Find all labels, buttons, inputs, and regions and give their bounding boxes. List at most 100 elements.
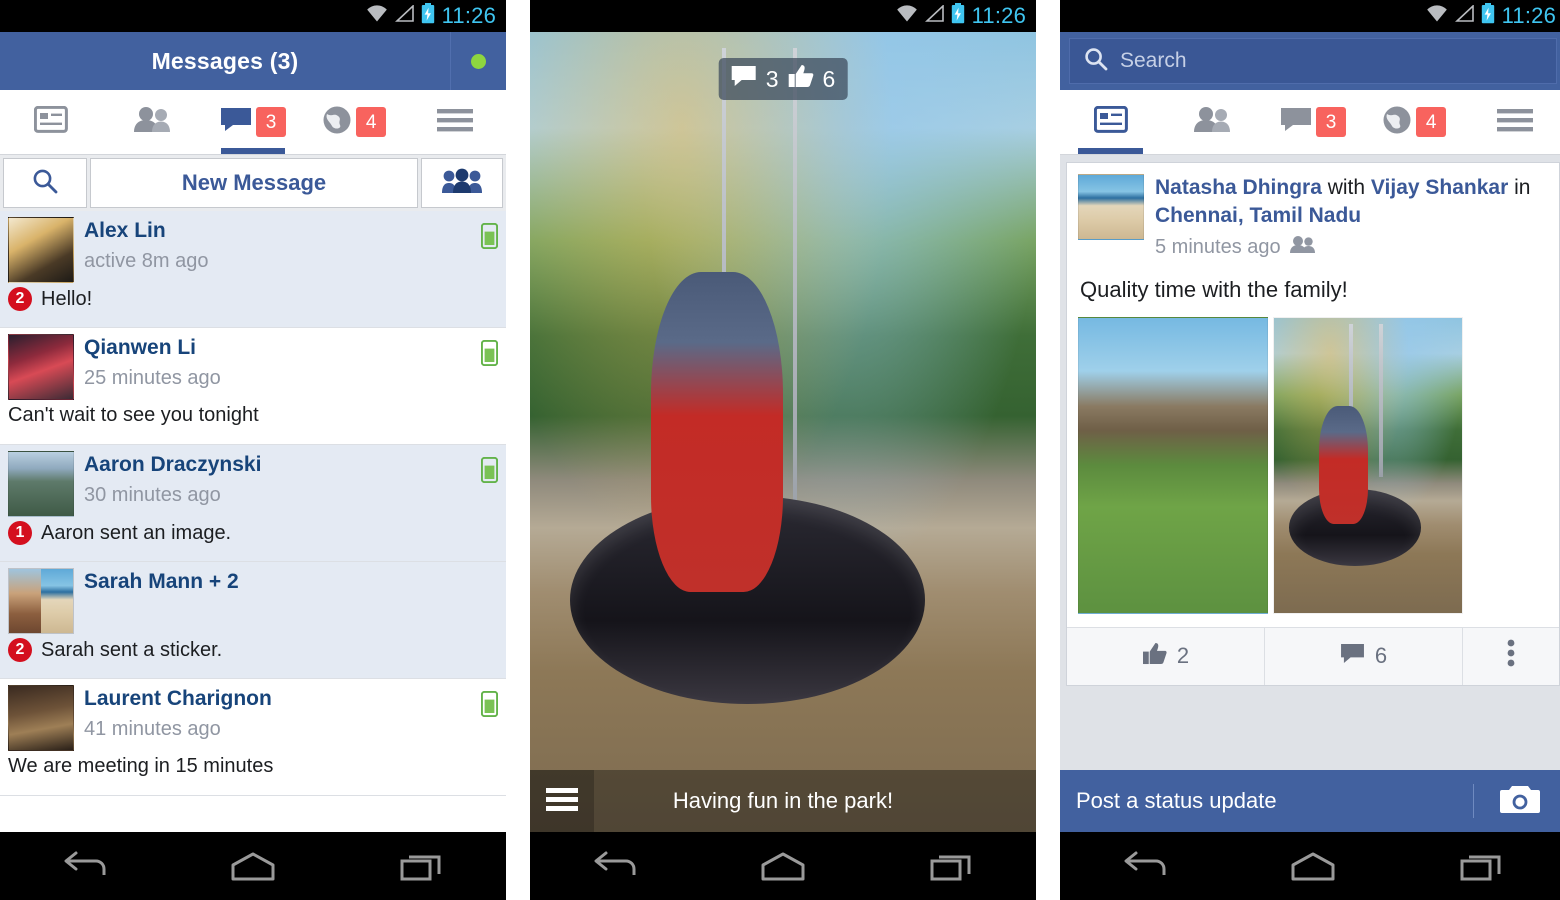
tab-messages[interactable]: 3 [1262, 90, 1363, 154]
news-feed-list[interactable]: Natasha Dhingra with Vijay Shankar in Ch… [1060, 155, 1560, 832]
post-photo-grid[interactable] [1067, 316, 1559, 627]
post-location[interactable]: Chennai, Tamil Nadu [1155, 204, 1361, 227]
photo-mom-and-child[interactable] [1078, 316, 1268, 614]
thumbs-up-icon [788, 64, 814, 94]
comment-icon [731, 65, 757, 93]
tab-notifications[interactable]: 4 [304, 90, 405, 154]
online-dot-icon [471, 53, 486, 69]
photo-menu-button[interactable] [530, 770, 594, 832]
status-bar-clock: 11:26 [1501, 3, 1556, 28]
list-item[interactable]: Qianwen Li 25 minutes ago Can't wait to … [0, 328, 506, 445]
post-message: Quality time with the family! [1080, 276, 1348, 302]
new-message-button[interactable]: New Message [90, 158, 418, 208]
signal-icon [924, 4, 944, 27]
battery-charging-icon [1481, 3, 1495, 29]
tab-friend-requests[interactable] [101, 90, 202, 154]
phone-photo-viewer-screen: 11:26 3 6 Having fun in the park! [530, 0, 1036, 900]
child-subject [651, 272, 783, 592]
home-button[interactable] [218, 843, 288, 889]
tab-friend-requests[interactable] [1161, 90, 1262, 154]
battery-charging-icon [421, 3, 435, 29]
comment-button[interactable]: 6 [1265, 627, 1463, 685]
active-tab-indicator [220, 148, 286, 154]
unread-count-badge: 2 [8, 638, 32, 662]
list-item[interactable]: Alex Lin active 8m ago 2 Hello! [0, 211, 506, 328]
tab-news-feed[interactable] [0, 90, 101, 154]
tab-messages[interactable]: 3 [202, 90, 303, 154]
messages-icon [220, 106, 252, 138]
presence-toggle[interactable] [450, 32, 506, 90]
tab-news-feed[interactable] [1060, 90, 1161, 154]
thread-snippet: Can't wait to see you tonight [8, 404, 259, 426]
status-composer-placeholder[interactable]: Post a status update [1060, 788, 1473, 814]
news-feed-icon [33, 105, 68, 138]
photo-engagement-badge: 3 6 [718, 58, 848, 100]
recents-button[interactable] [1447, 843, 1517, 889]
mobile-presence-icon [480, 456, 499, 488]
photo-child-on-swing[interactable] [1273, 316, 1463, 614]
comment-count: 6 [1374, 643, 1388, 669]
back-button[interactable] [1109, 843, 1179, 889]
post-author[interactable]: Natasha Dhingra [1155, 176, 1322, 199]
back-button[interactable] [579, 843, 649, 889]
list-item[interactable]: Aaron Draczynski 30 minutes ago 1 Aaron … [0, 445, 506, 562]
recents-button[interactable] [387, 843, 457, 889]
post-subtitle: 5 minutes ago [1155, 235, 1548, 260]
thread-snippet-row: Can't wait to see you tonight [8, 404, 498, 427]
avatar[interactable] [1078, 174, 1144, 240]
thread-snippet-row: We are meeting in 15 minutes [8, 755, 498, 778]
like-count: 2 [1176, 643, 1190, 669]
friends-icon [133, 106, 171, 138]
photo-viewer[interactable]: 3 6 Having fun in the park! [530, 32, 1036, 832]
search-input[interactable]: Search [1069, 38, 1557, 84]
search-icon [32, 168, 58, 199]
avatar [8, 568, 74, 634]
post-tagged-friend[interactable]: Vijay Shankar [1371, 176, 1508, 199]
tab-notifications[interactable]: 4 [1364, 90, 1465, 154]
search-button[interactable] [3, 158, 87, 208]
post-timestamp: 5 minutes ago [1155, 235, 1281, 258]
post-overflow-button[interactable] [1463, 628, 1559, 685]
thread-snippet-row: 2 Hello! [8, 287, 498, 311]
android-nav-bar [530, 832, 1036, 900]
tab-more[interactable] [1465, 90, 1560, 154]
search-placeholder: Search [1120, 49, 1187, 72]
feed-post-card[interactable]: Natasha Dhingra with Vijay Shankar in Ch… [1066, 162, 1560, 686]
recents-button[interactable] [917, 843, 987, 889]
photo-like-count: 6 [822, 65, 836, 92]
conversation-list[interactable]: Alex Lin active 8m ago 2 Hello! Qianwen … [0, 211, 506, 832]
status-bar: 11:26 [1060, 0, 1560, 32]
post-in-word: in [1514, 176, 1531, 199]
friends-audience-icon [1289, 235, 1315, 260]
friends-icon [1193, 106, 1231, 138]
android-nav-bar [1060, 832, 1560, 900]
active-tab-indicator [1078, 148, 1143, 154]
like-button[interactable]: 2 [1067, 627, 1265, 685]
messages-badge: 3 [1316, 107, 1346, 137]
thread-name: Aaron Draczynski [84, 453, 262, 476]
android-nav-bar [0, 832, 506, 900]
thread-name: Qianwen Li [84, 336, 197, 359]
list-item[interactable]: Laurent Charignon 41 minutes ago We are … [0, 679, 506, 796]
list-item[interactable]: Sarah Mann + 2 2 Sarah sent a sticker. [0, 562, 506, 679]
battery-charging-icon [951, 3, 965, 29]
avatar [8, 685, 74, 751]
camera-button[interactable] [1474, 783, 1560, 820]
new-group-button[interactable] [421, 158, 503, 208]
main-tab-bar: 3 4 [0, 90, 506, 155]
home-button[interactable] [1278, 843, 1348, 889]
tab-more[interactable] [405, 90, 506, 154]
avatar [8, 217, 74, 283]
thread-name: Alex Lin [84, 219, 166, 242]
thumbs-up-icon [1142, 642, 1167, 671]
home-button[interactable] [748, 843, 818, 889]
wifi-icon [896, 5, 918, 27]
notifications-badge: 4 [1416, 107, 1447, 137]
status-bar: 11:26 [530, 0, 1036, 32]
thread-timestamp: 41 minutes ago [84, 718, 221, 741]
thread-timestamp: active 8m ago [84, 250, 209, 273]
photo-comment-count: 3 [765, 65, 779, 92]
back-button[interactable] [49, 843, 119, 889]
page-title: Messages (3) [151, 47, 299, 74]
status-composer[interactable]: Post a status update [1060, 770, 1560, 832]
